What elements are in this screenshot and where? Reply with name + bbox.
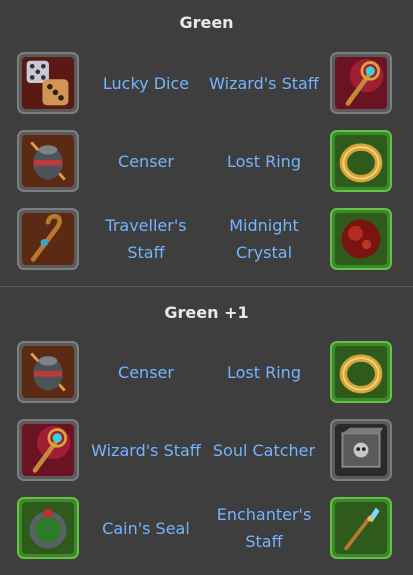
item-slot-soul-catcher[interactable] [330, 419, 392, 481]
item-name: Traveller's Staff [105, 216, 187, 262]
crystal-orb-icon [335, 213, 387, 265]
ring-icon [335, 135, 387, 187]
item-slot-wizards-staff[interactable] [330, 52, 392, 114]
item-name: Wizard's Staff [91, 440, 201, 460]
item-name: Soul Catcher [212, 440, 316, 460]
item-slot-wizards-staff[interactable] [17, 419, 79, 481]
item-name: Cain's Seal [102, 518, 190, 538]
item-slot-censer[interactable] [17, 341, 79, 403]
dice-icon [22, 57, 74, 109]
skull-box-icon [335, 424, 387, 476]
item-name: Censer [118, 362, 174, 382]
item-name: Midnight Crystal [229, 216, 299, 262]
staff-icon [22, 424, 74, 476]
staff-icon [335, 57, 387, 109]
item-row: Cain's Seal Enchanter's Staff [0, 497, 413, 575]
enchanter-staff-icon [335, 502, 387, 554]
item-row: Censer Lost Ring [0, 130, 413, 208]
item-slot-travellers-staff[interactable] [17, 208, 79, 270]
seal-icon [22, 502, 74, 554]
item-slot-enchanters-staff[interactable] [330, 497, 392, 559]
item-row: Traveller's Staff Midnight Crystal [0, 208, 413, 286]
item-slot-midnight-crystal[interactable] [330, 208, 392, 270]
item-slot-lost-ring[interactable] [330, 130, 392, 192]
item-name: Lost Ring [227, 151, 301, 171]
item-name: Wizard's Staff [209, 73, 319, 93]
item-row: Wizard's Staff Soul Catcher [0, 419, 413, 497]
item-name: Censer [118, 151, 174, 171]
item-name: Enchanter's Staff [216, 505, 312, 551]
section-green-plus-1: Green +1 Censer Lost Ring Wizard's Staff… [0, 287, 413, 575]
ring-icon [335, 346, 387, 398]
item-slot-censer[interactable] [17, 130, 79, 192]
censer-icon [22, 346, 74, 398]
section-title: Green [179, 13, 234, 32]
item-slot-cains-seal[interactable] [17, 497, 79, 559]
item-row: Censer Lost Ring [0, 341, 413, 419]
item-row: Lucky Dice Wizard's Staff [0, 52, 413, 130]
section-green: Green Lucky Dice Wizard's Staff Censer L… [0, 0, 413, 286]
censer-icon [22, 135, 74, 187]
item-name: Lost Ring [227, 362, 301, 382]
crook-icon [22, 213, 74, 265]
item-slot-lucky-dice[interactable] [17, 52, 79, 114]
item-slot-lost-ring[interactable] [330, 341, 392, 403]
section-title: Green +1 [164, 303, 249, 322]
item-name: Lucky Dice [102, 73, 190, 93]
